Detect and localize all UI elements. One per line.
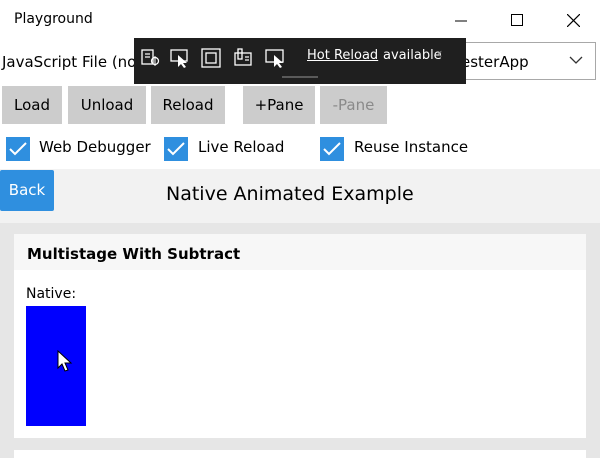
minimize-icon <box>455 20 467 22</box>
chevron-down-icon <box>569 56 583 64</box>
reuse-instance-label: Reuse Instance <box>354 138 469 156</box>
example-card-header: Multistage With Subtract <box>14 234 586 270</box>
unload-button[interactable]: Unload <box>68 86 146 124</box>
toolbar-grip[interactable] <box>282 76 318 78</box>
xaml-debug-toolbar: Hot Reload available ‹ <box>134 38 466 84</box>
display-layout-adorners-icon[interactable] <box>200 47 222 69</box>
animated-box <box>26 306 86 426</box>
add-pane-button[interactable]: +Pane <box>243 86 315 124</box>
maximize-button[interactable] <box>494 0 540 40</box>
checkmark-icon <box>323 142 341 156</box>
hot-reload-status: available <box>383 48 442 63</box>
live-reload-checkbox[interactable] <box>164 137 188 161</box>
example-title: Multistage With Subtract <box>27 245 241 263</box>
live-visual-tree-icon[interactable] <box>139 47 161 69</box>
app-combobox-value: esterApp <box>461 53 529 71</box>
native-label: Native: <box>26 286 77 302</box>
reload-button[interactable]: Reload <box>151 86 225 124</box>
back-button[interactable]: Back <box>0 170 54 211</box>
title-bar: Playground <box>0 0 600 40</box>
live-reload-label: Live Reload <box>198 138 285 156</box>
web-debugger-label: Web Debugger <box>39 138 151 156</box>
load-button[interactable]: Load <box>2 86 62 124</box>
preview-selection-icon[interactable] <box>264 47 286 69</box>
maximize-icon <box>511 14 523 26</box>
track-focused-element-icon[interactable] <box>232 47 254 69</box>
reuse-instance-checkbox[interactable] <box>320 137 344 161</box>
remove-pane-button[interactable]: -Pane <box>320 86 387 124</box>
example-card: Multistage With Subtract Native: <box>14 234 586 438</box>
checkmark-icon <box>9 142 27 156</box>
window-title: Playground <box>14 11 93 27</box>
page-title: Native Animated Example <box>166 183 414 205</box>
next-example-card <box>14 450 586 460</box>
web-debugger-checkbox[interactable] <box>6 137 30 161</box>
mouse-cursor-icon <box>57 350 73 372</box>
close-icon <box>567 14 580 27</box>
minimize-button[interactable] <box>438 0 484 40</box>
hot-reload-link[interactable]: Hot Reload <box>307 48 378 63</box>
checkmark-icon <box>167 142 185 156</box>
collapse-toolbar-button[interactable]: ‹ <box>437 46 443 62</box>
javascript-file-label: JavaScript File (no <box>2 53 137 71</box>
close-button[interactable] <box>550 0 596 40</box>
select-element-icon[interactable] <box>169 47 191 69</box>
